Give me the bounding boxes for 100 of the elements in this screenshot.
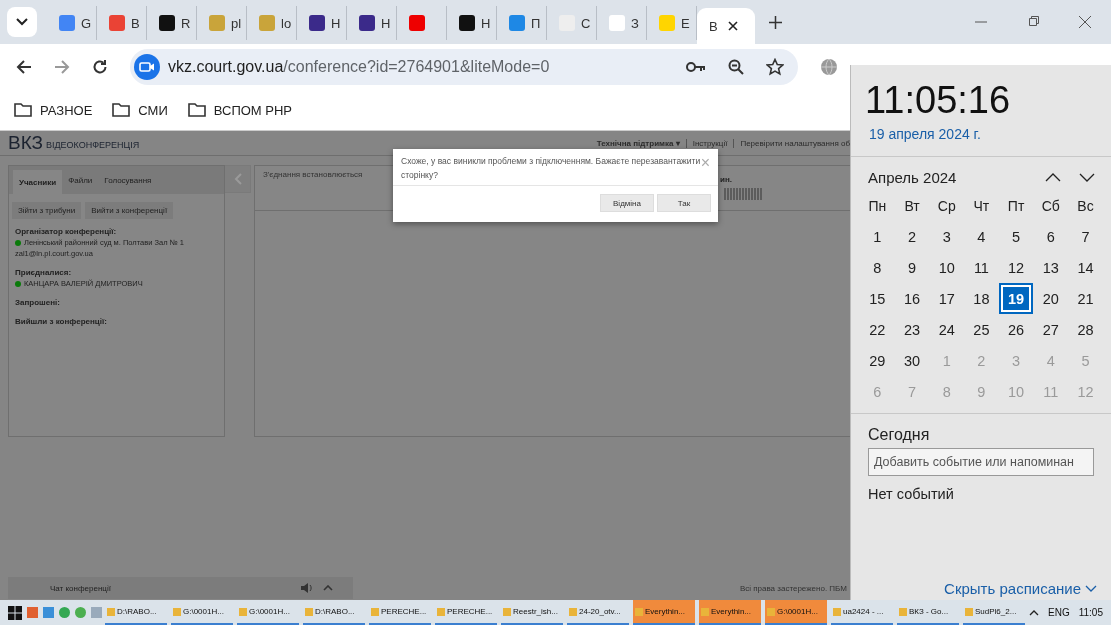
language-indicator[interactable]: ENG xyxy=(1048,607,1070,618)
taskbar-item[interactable]: G:\0001H... xyxy=(765,600,827,625)
calendar-day[interactable]: 2 xyxy=(894,221,930,252)
favicon-icon xyxy=(409,15,425,31)
taskbar-item[interactable]: D:\RABO... xyxy=(303,600,365,625)
chevron-up-icon[interactable] xyxy=(1029,609,1039,616)
bookmark-folder[interactable]: СМИ xyxy=(112,102,168,118)
taskbar-item[interactable]: G:\0001H... xyxy=(237,600,299,625)
speaker-icon[interactable] xyxy=(301,583,313,593)
close-icon[interactable] xyxy=(727,21,738,31)
windows-start-icon[interactable] xyxy=(8,605,22,620)
taskbar-item[interactable]: D:\RABO... xyxy=(105,600,167,625)
forward-icon[interactable] xyxy=(54,59,70,75)
calendar-day[interactable]: 5 xyxy=(998,221,1034,252)
browser-tab[interactable]: В xyxy=(97,6,147,40)
taskbar-item[interactable]: PERECHE... xyxy=(369,600,431,625)
calendar-day[interactable]: 17 xyxy=(929,283,965,314)
panel-tab[interactable]: Голосування xyxy=(98,166,158,194)
browser-tab[interactable]: G xyxy=(47,6,97,40)
calendar-day[interactable]: 22 xyxy=(860,314,895,345)
bookmark-folder[interactable]: РАЗНОЕ xyxy=(14,102,93,118)
taskbar-item[interactable]: PERECHE... xyxy=(435,600,497,625)
calendar-day[interactable]: 12 xyxy=(998,252,1034,283)
browser-tab[interactable]: lo xyxy=(247,6,297,40)
taskbar-item[interactable]: 24-20_otv... xyxy=(567,600,629,625)
panel-tab[interactable]: Учасники xyxy=(13,170,63,194)
new-tab-icon[interactable] xyxy=(769,15,782,29)
hide-schedule-link[interactable]: Скрыть расписание xyxy=(944,580,1111,600)
address-bar[interactable]: vkz.court.gov.ua/conference?id=2764901&liteMode=0 xyxy=(130,49,798,85)
taskbar-item[interactable]: Reestr_ish... xyxy=(501,600,563,625)
calendar-day[interactable]: 6 xyxy=(1033,221,1069,252)
header-link[interactable]: Інструкції xyxy=(685,138,728,148)
favicon-icon xyxy=(59,15,75,31)
calendar-day[interactable]: 9 xyxy=(894,252,930,283)
dialog-button[interactable]: Відміна xyxy=(600,194,654,213)
favicon-icon xyxy=(309,15,325,31)
panel-button[interactable]: Зійти з трибуни xyxy=(12,202,82,219)
calendar-day[interactable]: 30 xyxy=(894,345,930,376)
taskbar-item[interactable]: ua2424 - ... xyxy=(831,600,893,625)
calendar-day[interactable]: 3 xyxy=(929,221,965,252)
calendar-day[interactable]: 13 xyxy=(1033,252,1069,283)
panel-tab[interactable]: Файли xyxy=(62,166,99,194)
calendar-day[interactable]: 4 xyxy=(964,221,999,252)
browser-tab[interactable]: Е xyxy=(647,6,697,40)
calendar-day[interactable]: 1 xyxy=(860,221,895,252)
browser-tab[interactable]: З xyxy=(597,6,647,40)
calendar-day[interactable]: 28 xyxy=(1068,314,1103,345)
favicon-icon xyxy=(359,15,375,31)
taskbar-item[interactable]: Everythin... xyxy=(699,600,761,625)
star-icon[interactable] xyxy=(766,58,784,76)
browser-tab[interactable]: Н xyxy=(297,6,347,40)
globe-icon[interactable] xyxy=(820,58,838,76)
calendar-day[interactable]: 23 xyxy=(894,314,930,345)
header-link[interactable]: Технічна підтримка ▾ xyxy=(596,138,680,148)
calendar-day[interactable]: 11 xyxy=(964,252,999,283)
taskbar-item[interactable]: Everythin... xyxy=(633,600,695,625)
taskbar-item[interactable]: SudPl6_2... xyxy=(963,600,1025,625)
calendar-day[interactable]: 29 xyxy=(860,345,895,376)
clock-date[interactable]: 19 апреля 2024 г. xyxy=(851,122,1111,157)
taskbar-clock[interactable]: 11:05 xyxy=(1078,607,1103,618)
calendar-day[interactable]: 21 xyxy=(1068,283,1103,314)
calendar-day[interactable]: 26 xyxy=(998,314,1034,345)
calendar-day[interactable]: 7 xyxy=(1068,221,1103,252)
taskbar-item[interactable]: G:\0001H... xyxy=(171,600,233,625)
browser-tab[interactable]: П xyxy=(497,6,547,40)
calendar-day[interactable]: 15 xyxy=(860,283,895,314)
favicon-icon xyxy=(609,15,625,31)
calendar-day[interactable]: 16 xyxy=(894,283,930,314)
dialog-button[interactable]: Так xyxy=(657,194,711,213)
calendar-day[interactable]: 10 xyxy=(929,252,965,283)
browser-tab[interactable]: В xyxy=(697,8,755,44)
calendar-day[interactable]: 27 xyxy=(1033,314,1069,345)
calendar-day[interactable]: 25 xyxy=(964,314,999,345)
calendar-day[interactable]: 19 xyxy=(1000,285,1032,312)
key-icon[interactable] xyxy=(686,61,706,73)
calendar-day[interactable]: 14 xyxy=(1068,252,1103,283)
panel-button[interactable]: Вийти з конференції xyxy=(85,202,174,219)
month-title[interactable]: Апрель 2024 xyxy=(868,169,957,186)
browser-tab[interactable]: Н xyxy=(447,6,497,40)
calendar-day[interactable]: 24 xyxy=(929,314,965,345)
zoom-icon[interactable] xyxy=(728,59,744,75)
tab-search-button[interactable] xyxy=(7,7,37,37)
back-icon[interactable] xyxy=(16,59,32,75)
event-input-field[interactable]: Добавить событие или напоминан xyxy=(868,448,1094,476)
calendar-day[interactable]: 18 xyxy=(964,283,999,314)
bookmark-folder[interactable]: ВСПОМ РНР xyxy=(187,102,293,118)
chevron-down-icon[interactable] xyxy=(1079,173,1095,182)
restore-icon[interactable] xyxy=(1027,16,1039,28)
chevron-up-icon[interactable] xyxy=(1045,173,1061,182)
browser-tab[interactable]: pl xyxy=(197,6,247,40)
reload-icon[interactable] xyxy=(92,59,108,75)
calendar-day[interactable]: 8 xyxy=(860,252,895,283)
browser-tab[interactable]: С xyxy=(547,6,597,40)
browser-tab[interactable]: Н xyxy=(347,6,397,40)
chat-bar[interactable]: Чат конференції xyxy=(8,577,353,599)
favicon-icon xyxy=(659,15,675,31)
calendar-day[interactable]: 20 xyxy=(1033,283,1069,314)
browser-tab[interactable]: R xyxy=(147,6,197,40)
app-icon xyxy=(833,607,841,616)
taskbar-item[interactable]: ВКЗ - Go... xyxy=(897,600,959,625)
